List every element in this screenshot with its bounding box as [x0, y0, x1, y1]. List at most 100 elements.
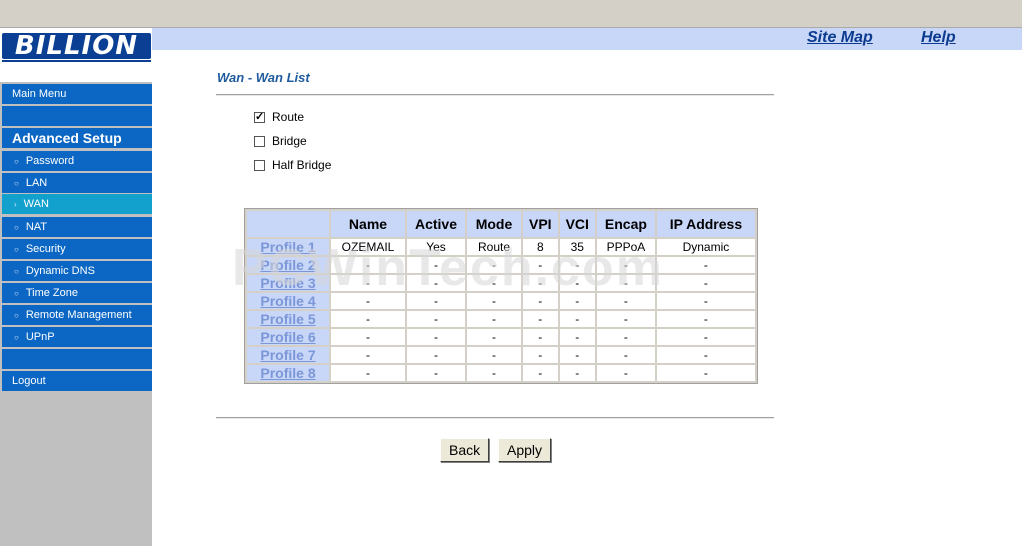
- sidebar-item-time-zone[interactable]: ○ Time Zone: [2, 283, 152, 303]
- table-row: Profile 1 OZEMAIL Yes Route 8 35 PPPoA D…: [247, 239, 755, 255]
- profile-link[interactable]: Profile 1: [247, 239, 329, 255]
- sidebar-item-label: Security: [25, 243, 66, 255]
- table-row: Profile 7 - - - - - - -: [247, 347, 755, 363]
- cell-name: -: [331, 329, 405, 345]
- sidebar-item-nat[interactable]: ○ NAT: [2, 217, 152, 237]
- help-link[interactable]: Help: [921, 29, 956, 47]
- cell-ip-address: -: [656, 329, 755, 345]
- table-header: Mode: [467, 211, 521, 237]
- profile-link[interactable]: Profile 5: [247, 311, 329, 327]
- apply-button[interactable]: Apply: [498, 438, 552, 462]
- bullet-icon: ○: [14, 266, 19, 276]
- bullet-icon: ○: [14, 178, 19, 188]
- cell-active: Yes: [407, 239, 465, 255]
- cell-active: -: [407, 365, 465, 381]
- cell-name: -: [331, 365, 405, 381]
- sidebar-item-label: UPnP: [25, 331, 55, 343]
- sidebar-item-lan[interactable]: ○ LAN: [2, 173, 152, 193]
- cell-name: OZEMAIL: [331, 239, 405, 255]
- cell-mode: -: [467, 365, 521, 381]
- cell-active: -: [407, 311, 465, 327]
- sidebar-item-security[interactable]: ○ Security: [2, 239, 152, 259]
- cell-vci: -: [559, 257, 595, 273]
- sidebar-item-label: LAN: [25, 177, 48, 189]
- sidebar-item-label: NAT: [25, 221, 48, 233]
- option-label: Bridge: [272, 134, 307, 148]
- main-menu-label: Main Menu: [12, 88, 67, 100]
- cell-mode: Route: [467, 239, 521, 255]
- logo-underline: [2, 60, 151, 62]
- table-header: Encap: [596, 211, 655, 237]
- cell-encap: -: [596, 293, 655, 309]
- cell-name: -: [331, 293, 405, 309]
- bullet-icon: ○: [14, 332, 19, 342]
- option-bridge[interactable]: Bridge: [254, 134, 307, 148]
- cell-mode: -: [467, 275, 521, 291]
- back-button[interactable]: Back: [440, 438, 490, 462]
- wan-list-table: Name Active Mode VPI VCI Encap IP Addres…: [244, 208, 758, 384]
- profile-link[interactable]: Profile 4: [247, 293, 329, 309]
- logout-label: Logout: [12, 375, 46, 387]
- cell-active: -: [407, 293, 465, 309]
- profile-link[interactable]: Profile 7: [247, 347, 329, 363]
- cell-vci: -: [559, 293, 595, 309]
- cell-name: -: [331, 275, 405, 291]
- sidebar-item-wan[interactable]: › WAN: [2, 194, 152, 214]
- sidebar-item-password[interactable]: ○ Password: [2, 151, 152, 171]
- cell-encap: -: [596, 257, 655, 273]
- cell-vci: -: [559, 347, 595, 363]
- sidebar-item-dynamic-dns[interactable]: ○ Dynamic DNS: [2, 261, 152, 281]
- cell-ip-address: -: [656, 365, 755, 381]
- table-header-blank: [247, 211, 329, 237]
- cell-name: -: [331, 257, 405, 273]
- sidebar-spacer: [2, 349, 152, 369]
- sidebar-spacer: [2, 106, 152, 126]
- route-checkbox[interactable]: [254, 110, 265, 123]
- option-route[interactable]: Route: [254, 110, 304, 124]
- cell-mode: -: [467, 293, 521, 309]
- sidebar-item-label: Time Zone: [25, 287, 79, 299]
- site-map-link[interactable]: Site Map: [807, 29, 873, 47]
- option-half-bridge[interactable]: Half Bridge: [254, 158, 331, 172]
- sidebar-item-upnp[interactable]: ○ UPnP: [2, 327, 152, 347]
- cell-ip-address: -: [656, 347, 755, 363]
- top-bar: [0, 0, 1022, 28]
- cell-vci: -: [559, 311, 595, 327]
- cell-encap: -: [596, 365, 655, 381]
- cell-encap: -: [596, 329, 655, 345]
- cell-active: -: [407, 275, 465, 291]
- cell-vpi: -: [523, 275, 558, 291]
- bullet-icon: ○: [14, 288, 19, 298]
- half-bridge-checkbox[interactable]: [254, 159, 265, 171]
- table-header: IP Address: [656, 211, 755, 237]
- sidebar-item-main-menu[interactable]: Main Menu: [2, 84, 152, 104]
- sidebar-item-remote-management[interactable]: ○ Remote Management: [2, 305, 152, 325]
- option-label: Half Bridge: [272, 158, 332, 172]
- profile-link[interactable]: Profile 6: [247, 329, 329, 345]
- sidebar-item-label: Remote Management: [25, 309, 132, 321]
- profile-link[interactable]: Profile 8: [247, 365, 329, 381]
- cell-active: -: [407, 347, 465, 363]
- table-header: VPI: [523, 211, 558, 237]
- cell-vpi: -: [523, 311, 558, 327]
- table-header: Active: [407, 211, 465, 237]
- divider: [216, 417, 774, 419]
- cell-mode: -: [467, 257, 521, 273]
- table-header: Name: [331, 211, 405, 237]
- sidebar-item-logout[interactable]: Logout: [2, 371, 152, 391]
- cell-active: -: [407, 257, 465, 273]
- bridge-checkbox[interactable]: [254, 135, 265, 147]
- cell-vpi: 8: [523, 239, 558, 255]
- cell-name: -: [331, 347, 405, 363]
- table-header: VCI: [559, 211, 595, 237]
- bullet-icon: ›: [14, 199, 17, 209]
- cell-mode: -: [467, 311, 521, 327]
- cell-vpi: -: [523, 293, 558, 309]
- profile-link[interactable]: Profile 2: [247, 257, 329, 273]
- profile-link[interactable]: Profile 3: [247, 275, 329, 291]
- cell-vpi: -: [523, 329, 558, 345]
- bullet-icon: ○: [14, 310, 19, 320]
- option-label: Route: [272, 110, 305, 124]
- table-row: Profile 5 - - - - - - -: [247, 311, 755, 327]
- sidebar-section-advanced-setup[interactable]: Advanced Setup: [2, 128, 152, 148]
